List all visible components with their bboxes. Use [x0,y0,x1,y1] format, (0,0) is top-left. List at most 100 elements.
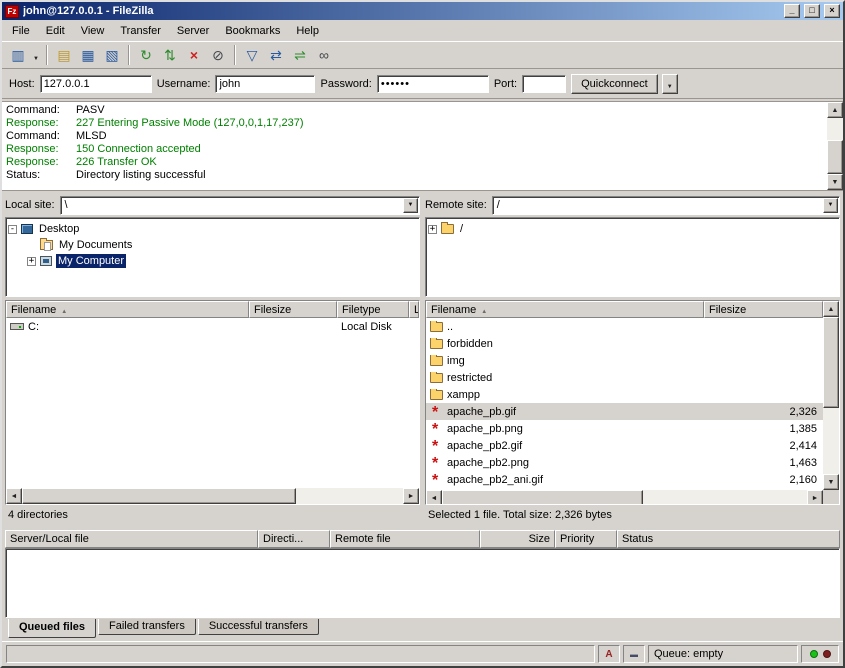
find-files-icon[interactable]: ∞ [312,44,336,66]
column-filename[interactable]: Filename [6,301,249,318]
column-priority[interactable]: Priority [555,530,617,548]
local-hscroll-thumb[interactable] [22,488,296,504]
site-manager-icon[interactable]: ▥ [6,44,30,66]
column-status[interactable]: Status [617,530,840,548]
remote-vscroll-track[interactable] [823,317,839,474]
scroll-left-icon[interactable] [426,490,442,505]
quickconnect-dropdown[interactable] [662,74,678,94]
local-horizontal-scrollbar[interactable] [6,488,419,504]
menu-transfer[interactable]: Transfer [112,22,169,40]
local-site-row: Local site: \ [5,193,420,217]
column-filetype[interactable]: Filetype [337,301,409,318]
folder-icon [430,356,443,366]
remote-horizontal-scrollbar[interactable] [426,490,839,505]
site-manager-dropdown[interactable] [30,44,42,66]
local-site-combobox[interactable]: \ [60,196,420,215]
remote-hscroll-thumb[interactable] [442,490,643,505]
file-row-apache-pb2-ani-gif[interactable]: apache_pb2_ani.gif 2,160 [426,471,823,488]
sort-ascending-icon [476,304,487,316]
file-row-apache-pb-gif-selected[interactable]: apache_pb.gif 2,326 [426,403,823,420]
window-title: john@127.0.0.1 - FileZilla [23,5,780,17]
file-row-forbidden[interactable]: forbidden [426,335,823,352]
disconnect-icon[interactable]: ⊘ [206,44,230,66]
scroll-up-icon[interactable] [827,102,843,118]
toggle-local-tree-icon[interactable]: ▦ [76,44,100,66]
chevron-down-icon[interactable] [823,198,838,213]
log-scroll-thumb[interactable] [827,140,843,174]
toolbar-separator [128,45,130,65]
tree-item-root[interactable]: + / [428,221,837,237]
menu-edit[interactable]: Edit [38,22,73,40]
file-row-xampp[interactable]: xampp [426,386,823,403]
column-filename[interactable]: Filename [426,301,704,318]
collapse-icon[interactable]: - [8,225,17,234]
remote-hscroll-track[interactable] [442,490,807,505]
menu-view[interactable]: View [73,22,113,40]
password-input[interactable] [377,75,489,93]
chevron-down-icon [33,48,39,63]
log-scrollbar[interactable] [827,102,843,190]
expand-icon[interactable]: + [27,257,36,266]
process-queue-icon[interactable]: ⇅ [158,44,182,66]
tab-queued-files[interactable]: Queued files [8,619,96,638]
cancel-icon[interactable]: × [182,44,206,66]
quickconnect-button[interactable]: Quickconnect [571,74,658,94]
synchronized-browsing-icon[interactable]: ⇌ [288,44,312,66]
scroll-right-icon[interactable] [807,490,823,505]
log-line: Command:MLSD [6,130,823,143]
port-input[interactable] [522,75,566,93]
column-filesize[interactable]: Filesize [249,301,337,318]
remote-vertical-scrollbar[interactable] [823,301,839,490]
chevron-down-icon[interactable] [403,198,418,213]
scroll-left-icon[interactable] [6,488,22,504]
username-label: Username: [157,78,211,90]
scroll-down-icon[interactable] [823,474,839,490]
scroll-right-icon[interactable] [403,488,419,504]
column-filesize[interactable]: Filesize [704,301,823,318]
scroll-up-icon[interactable] [823,301,839,317]
toggle-remote-tree-icon[interactable]: ▧ [100,44,124,66]
transfer-type-icon[interactable]: A [598,645,620,663]
file-row-restricted[interactable]: restricted [426,369,823,386]
refresh-icon[interactable]: ↻ [134,44,158,66]
column-size[interactable]: Size [480,530,555,548]
menu-help[interactable]: Help [288,22,327,40]
column-remote-file[interactable]: Remote file [330,530,480,548]
column-last-modified[interactable]: L [409,301,419,318]
transfer-queue-list[interactable] [5,548,840,618]
local-hscroll-track[interactable] [22,488,403,504]
menu-server[interactable]: Server [169,22,217,40]
remote-pane: Remote site: / + / Filename [425,193,840,525]
host-input[interactable] [40,75,152,93]
menu-bookmarks[interactable]: Bookmarks [217,22,288,40]
connection-type-icon[interactable]: ▬ [623,645,645,663]
tab-failed-transfers[interactable]: Failed transfers [98,619,196,635]
expand-icon[interactable]: + [428,225,437,234]
column-direction[interactable]: Directi... [258,530,330,548]
tree-item-my-computer[interactable]: + My Computer [27,253,417,269]
compare-directories-icon[interactable]: ⇄ [264,44,288,66]
tree-item-my-documents[interactable]: My Documents [27,237,417,253]
maximize-button[interactable]: □ [804,4,820,18]
host-label: Host: [9,78,35,90]
remote-vscroll-thumb[interactable] [823,317,839,408]
minimize-button[interactable]: _ [784,4,800,18]
scroll-down-icon[interactable] [827,174,843,190]
column-server-local-file[interactable]: Server/Local file [5,530,258,548]
file-row-parent-dir[interactable]: .. [426,318,823,335]
close-button[interactable]: × [824,4,840,18]
remote-site-combobox[interactable]: / [492,196,840,215]
local-site-value: \ [61,199,403,211]
menu-file[interactable]: File [4,22,38,40]
tree-item-desktop[interactable]: - Desktop [8,221,417,237]
username-input[interactable] [215,75,315,93]
file-row-apache-pb-png[interactable]: apache_pb.png 1,385 [426,420,823,437]
file-row-c-drive[interactable]: C: Local Disk [6,318,419,335]
file-row-apache-pb2-gif[interactable]: apache_pb2.gif 2,414 [426,437,823,454]
tab-successful-transfers[interactable]: Successful transfers [198,619,319,635]
file-row-img[interactable]: img [426,352,823,369]
file-row-apache-pb2-png[interactable]: apache_pb2.png 1,463 [426,454,823,471]
filter-icon[interactable]: ▽ [240,44,264,66]
log-scroll-track[interactable] [827,118,843,174]
toggle-message-log-icon[interactable]: ▤ [52,44,76,66]
